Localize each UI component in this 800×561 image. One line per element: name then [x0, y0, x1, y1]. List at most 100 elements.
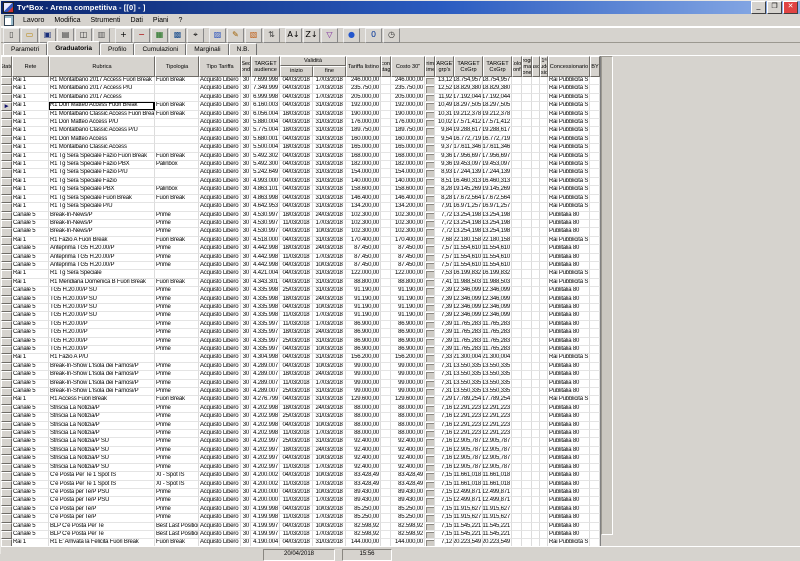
tab-n-b[interactable]: N.B.: [229, 43, 258, 55]
cell-target-cxgrp-2[interactable]: 12.291,223: [483, 422, 512, 430]
cell-concessionario[interactable]: Publitalia 80: [548, 447, 590, 455]
cell-fascia[interactable]: [532, 422, 540, 430]
cell-tariffa-listino[interactable]: 88.000,00: [346, 413, 381, 421]
cell-secondi[interactable]: 30: [241, 396, 251, 404]
cell-tipo-tariffa[interactable]: Acquisto Libero: [199, 388, 241, 396]
cell-tariffa-listino[interactable]: 86.900,00: [346, 321, 381, 329]
cell-concessionario[interactable]: Publitalia 80: [548, 506, 590, 514]
cell-prime-time[interactable]: [425, 363, 435, 371]
row-header[interactable]: [1, 212, 12, 220]
cell-validita-inizio[interactable]: 25/03/2018: [280, 388, 313, 396]
cell-rete[interactable]: Canale 5: [12, 363, 49, 371]
cell-target-cxgrp-2[interactable]: 17.611,346: [483, 144, 512, 152]
prime-time-checkbox[interactable]: [426, 271, 435, 278]
cell-suddivisione[interactable]: [540, 413, 548, 421]
cell-concessionario[interactable]: Rai Pubblicità S: [548, 111, 590, 119]
cell-tariffa-listino[interactable]: 88.000,00: [346, 422, 381, 430]
cell-rete[interactable]: Rai 1: [12, 203, 49, 211]
cell-rubrica[interactable]: TG5 H.20.00/P SU: [49, 287, 155, 295]
cell-tipo-tariffa[interactable]: Acquisto Libero: [199, 514, 241, 522]
column-header-tipologia[interactable]: Tipologia: [155, 56, 199, 77]
prime-time-checkbox[interactable]: [426, 305, 435, 312]
cell-prime-time[interactable]: [425, 169, 435, 177]
cell-fascia[interactable]: [532, 119, 540, 127]
column-header-tariffa-listino[interactable]: Tariffa listino: [346, 56, 381, 77]
cell-colonna-config[interactable]: [512, 169, 522, 177]
cell-suddivisione[interactable]: [540, 312, 548, 320]
cell-validita-inizio[interactable]: 11/03/2018: [280, 321, 313, 329]
cell-secondi[interactable]: 30: [241, 270, 251, 278]
cell-target-cxgrp[interactable]: 13.550,335: [454, 371, 483, 379]
cell-colonna-config[interactable]: [512, 203, 522, 211]
cell-costo-30[interactable]: 87.450,00: [391, 245, 425, 253]
cell-secondi[interactable]: 30: [241, 203, 251, 211]
cell-prime-time[interactable]: [425, 262, 435, 270]
cell-costo-30[interactable]: 246.000,00: [391, 77, 425, 85]
cell-validita-inizio[interactable]: 04/03/2018: [280, 94, 313, 102]
cell-tipo-tariffa[interactable]: Acquisto Libero: [199, 413, 241, 421]
cell-rete[interactable]: Canale 5: [12, 338, 49, 346]
cell-rete[interactable]: Rai 1: [12, 354, 49, 362]
cell-rubrica[interactable]: R1 Montalbano 2017 Access P/U: [49, 85, 155, 93]
cell-validita-inizio[interactable]: 04/03/2018: [280, 203, 313, 211]
cell-rete[interactable]: Rai 1: [12, 102, 49, 110]
column-header-concessionario[interactable]: Concessionario: [548, 56, 590, 77]
cell-rubrica[interactable]: R1 Montalbano Classic Access P/U: [49, 127, 155, 135]
cell-target-cxgrp-2[interactable]: 17.571,412: [483, 119, 512, 127]
cell-target-grps[interactable]: 7,39: [435, 321, 454, 329]
cell-fascia[interactable]: [532, 338, 540, 346]
cell-rubrica[interactable]: R1 Tg Sera Speciale Fazio: [49, 178, 155, 186]
cell-suddivisione[interactable]: [540, 405, 548, 413]
tab-cumulazioni[interactable]: Cumulazioni: [134, 43, 186, 55]
cell-target-cxgrp-2[interactable]: 12.346,099: [483, 304, 512, 312]
cell-target-audience[interactable]: 4.202.997: [251, 464, 280, 472]
row-header[interactable]: [1, 413, 12, 421]
cell-sconto[interactable]: [381, 531, 391, 539]
cell-validita-fine[interactable]: 31/03/2018: [313, 338, 346, 346]
cell-concessionario[interactable]: Rai Pubblicità S: [548, 102, 590, 110]
cell-suddivisione[interactable]: [540, 388, 548, 396]
cell-validita-fine[interactable]: 17/03/2018: [313, 531, 346, 539]
cell-target-cxgrp[interactable]: 11.661,018: [454, 481, 483, 489]
cell-fascia[interactable]: [532, 514, 540, 522]
row-header[interactable]: [1, 111, 12, 119]
cell-tipologia[interactable]: [155, 127, 199, 135]
column-header-validit[interactable]: Validità: [280, 56, 346, 66]
cell-costo-30[interactable]: 190.000,00: [391, 111, 425, 119]
cell-programmazione[interactable]: [522, 127, 532, 135]
cell-tipologia[interactable]: Prime: [155, 489, 199, 497]
cell-target-grps[interactable]: 7,31: [435, 371, 454, 379]
cell-rubrica[interactable]: C'è Posta Per Te 1 Spot IS: [49, 481, 155, 489]
cell-suddivisione[interactable]: [540, 102, 548, 110]
cell-fascia[interactable]: [532, 111, 540, 119]
cell-by[interactable]: [590, 85, 600, 93]
cell-target-cxgrp[interactable]: 17.192,044: [454, 94, 483, 102]
row-header[interactable]: [1, 464, 12, 472]
prime-time-checkbox[interactable]: [426, 439, 435, 446]
cell-colonna-config[interactable]: [512, 329, 522, 337]
cell-tipologia[interactable]: XI - Spot IS: [155, 472, 199, 480]
cell-target-grps[interactable]: 7,15: [435, 497, 454, 505]
cell-target-grps[interactable]: 9,36: [435, 153, 454, 161]
cell-rete[interactable]: Rai 1: [12, 136, 49, 144]
cell-by[interactable]: [590, 363, 600, 371]
cell-by[interactable]: [590, 371, 600, 379]
cell-target-audience[interactable]: 4.304.998: [251, 354, 280, 362]
cell-by[interactable]: [590, 464, 600, 472]
cell-validita-inizio[interactable]: 04/03/2018: [280, 523, 313, 531]
cell-tipologia[interactable]: Prime: [155, 380, 199, 388]
cell-tariffa-listino[interactable]: 87.450,00: [346, 245, 381, 253]
cell-rete[interactable]: Canale 5: [12, 506, 49, 514]
cell-sconto[interactable]: [381, 203, 391, 211]
cell-suddivisione[interactable]: [540, 136, 548, 144]
cell-suddivisione[interactable]: [540, 489, 548, 497]
cell-prime-time[interactable]: [425, 321, 435, 329]
cell-costo-30[interactable]: 88.000,00: [391, 422, 425, 430]
cell-validita-fine[interactable]: 17/03/2018: [313, 312, 346, 320]
cell-rubrica[interactable]: Break-In-News/P: [49, 220, 155, 228]
cell-target-grps[interactable]: 8,93: [435, 169, 454, 177]
cell-target-cxgrp-2[interactable]: 11.545,221: [483, 531, 512, 539]
cell-programmazione[interactable]: [522, 363, 532, 371]
cell-prime-time[interactable]: [425, 388, 435, 396]
cell-programmazione[interactable]: [522, 346, 532, 354]
